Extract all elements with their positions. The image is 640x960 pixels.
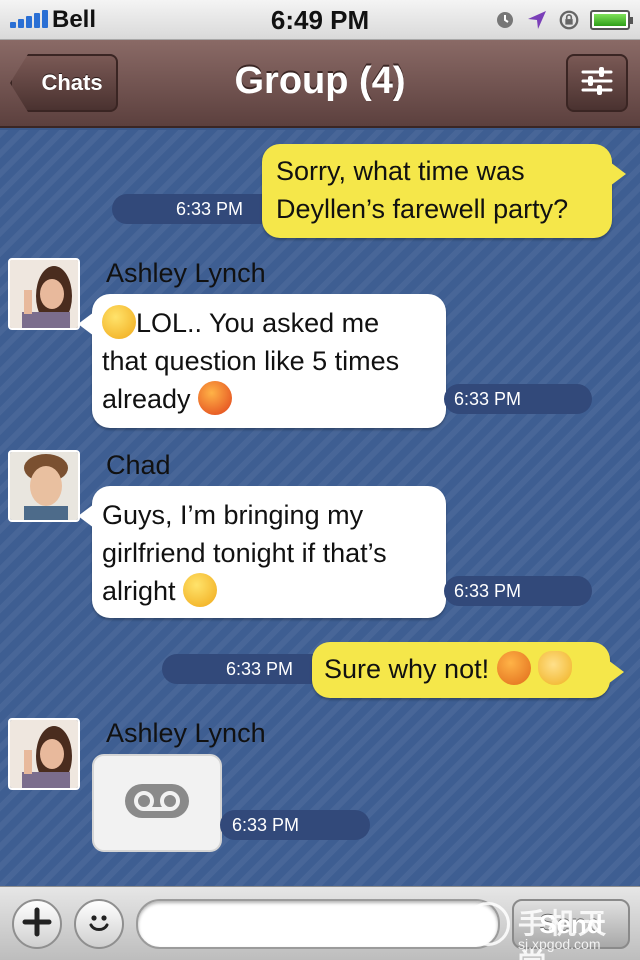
message-text-line: already	[102, 384, 191, 414]
settings-sliders-icon	[579, 66, 615, 101]
add-attachment-button[interactable]	[12, 899, 62, 949]
group-settings-button[interactable]	[566, 54, 628, 112]
message-timestamp: 6:33 PM	[444, 576, 592, 606]
sender-name: Ashley Lynch	[106, 258, 266, 288]
sender-name: Ashley Lynch	[106, 718, 266, 748]
clock-icon	[494, 9, 516, 31]
message-text-line: Sorry, what time was	[276, 156, 525, 186]
message-timestamp: 6:33 PM	[444, 384, 592, 414]
message-text-line: girlfriend tonight if that’s	[102, 538, 387, 568]
message-timestamp: 6:33 PM	[220, 810, 370, 840]
voice-message-icon	[124, 783, 190, 824]
message-input[interactable]	[136, 899, 500, 949]
avatar-chad[interactable]	[8, 450, 80, 522]
emoji-picker-button[interactable]	[74, 899, 124, 949]
voice-message-bubble[interactable]	[92, 754, 222, 852]
outgoing-message-bubble[interactable]: Sure why not!	[312, 642, 624, 698]
battery-icon	[590, 10, 633, 30]
incoming-message-bubble[interactable]: LOL.. You asked me that question like 5 …	[78, 294, 446, 428]
site-watermark: 手机天堂 sj.xpgod.com	[464, 898, 634, 960]
message-text: Sure why not!	[324, 654, 490, 684]
wink-tongue-emoji-icon	[183, 573, 218, 607]
avatar-ashley-lynch[interactable]	[8, 718, 80, 790]
incoming-message-bubble[interactable]: Guys, I’m bringing my girlfriend tonight…	[78, 486, 446, 618]
message-text-line: alright	[102, 576, 176, 606]
chat-message-list[interactable]: 6:33 PM Sorry, what time was Deyllen’s f…	[0, 130, 640, 886]
message-text-line: that question like 5 times	[102, 346, 400, 376]
sender-name: Chad	[106, 450, 171, 480]
scream-emoji-icon	[102, 305, 136, 339]
watermark-logo-icon	[466, 902, 510, 946]
imp-emoji-icon	[496, 651, 531, 685]
message-timestamp: 6:33 PM	[112, 194, 282, 224]
avatar-ashley-lynch[interactable]	[8, 258, 80, 330]
rotation-lock-icon	[558, 9, 580, 31]
ok-hand-emoji-icon	[538, 651, 573, 685]
watermark-url: sj.xpgod.com	[518, 936, 601, 952]
devil-emoji-icon	[198, 381, 233, 415]
message-timestamp: 6:33 PM	[162, 654, 332, 684]
navigation-bar: Chats Group (4)	[0, 40, 640, 128]
page-title: Group (4)	[234, 60, 406, 102]
message-text-line: Guys, I’m bringing my	[102, 500, 364, 530]
outgoing-message-bubble[interactable]: Sorry, what time was Deyllen’s farewell …	[262, 144, 626, 238]
plus-icon	[22, 907, 52, 942]
smiley-icon	[83, 906, 115, 943]
location-arrow-icon	[526, 9, 548, 31]
message-text-line: Deyllen’s farewell party?	[276, 194, 569, 224]
message-text-line: LOL.. You asked me	[136, 308, 380, 338]
status-bar: Bell 6:49 PM	[0, 0, 640, 40]
